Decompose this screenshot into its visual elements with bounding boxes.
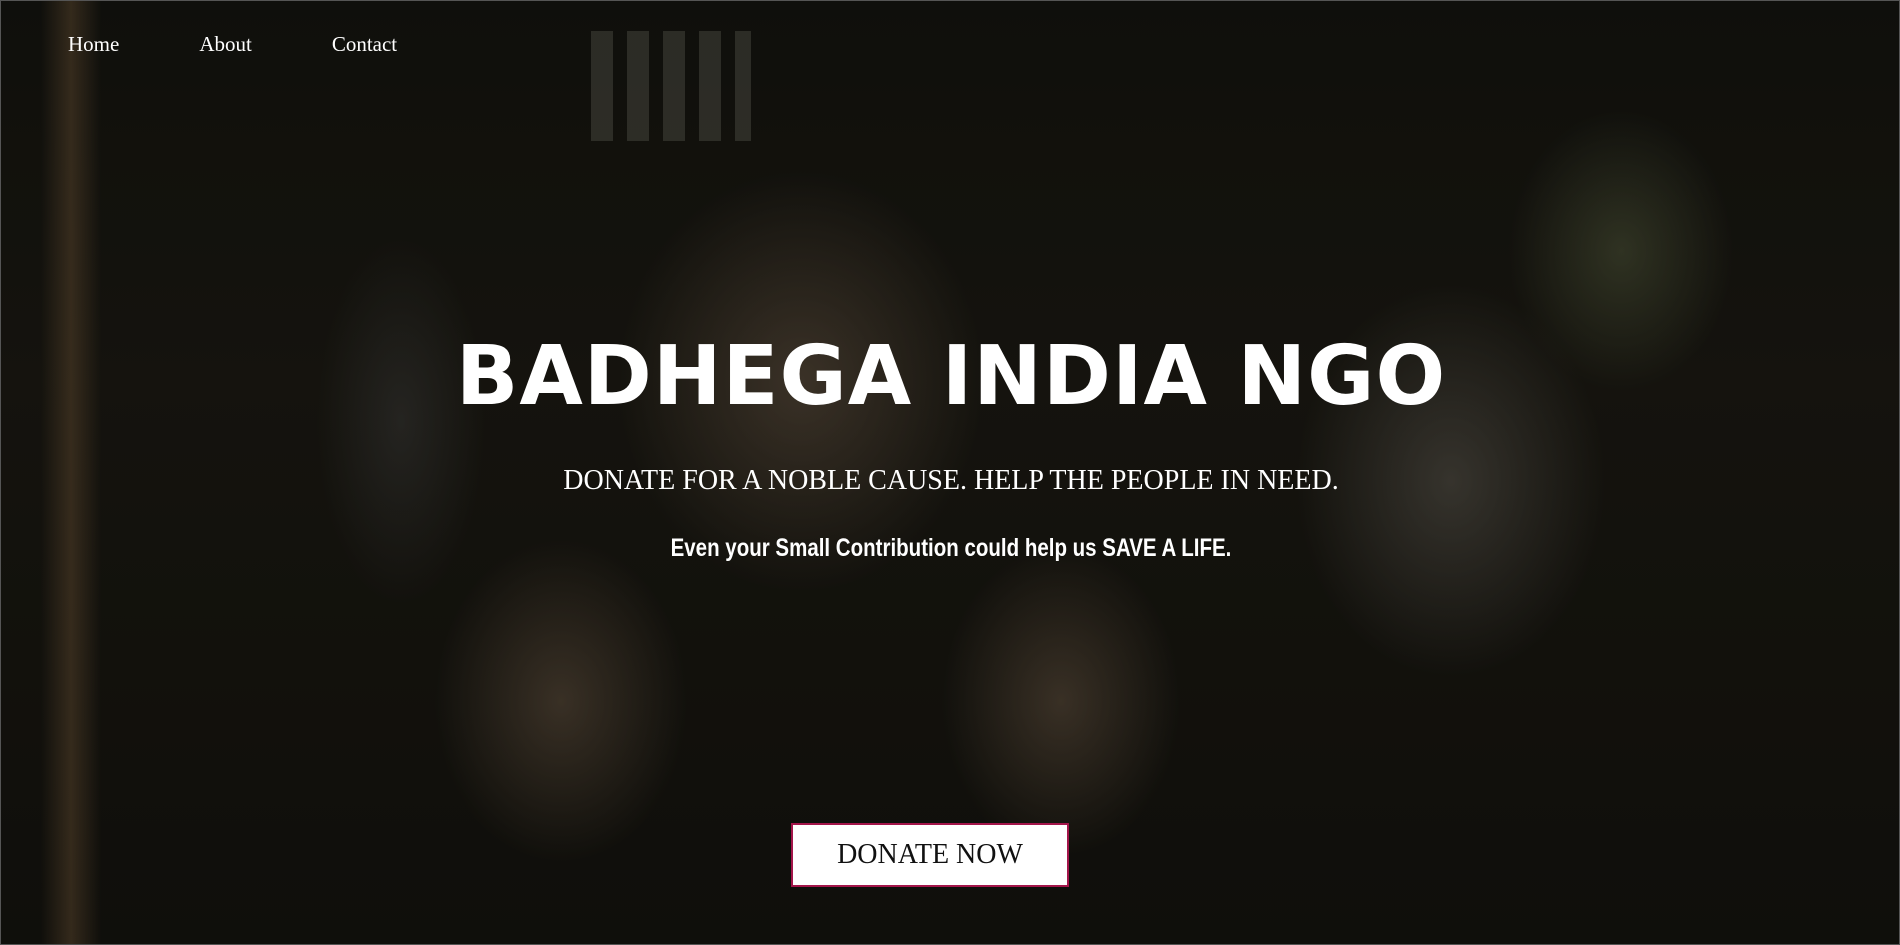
hero-title: BADHEGA INDIA NGO [455,329,1447,424]
top-nav: Home About Contact [68,31,477,57]
hero-tagline: DONATE FOR A NOBLE CAUSE. HELP THE PEOPL… [563,465,1339,496]
landing-page: Home About Contact BADHEGA INDIA NGO DON… [0,0,1900,945]
nav-link-contact[interactable]: Contact [332,31,397,57]
hero-subtitle: Even your Small Contribution could help … [670,534,1232,562]
donate-now-button[interactable]: DONATE NOW [791,823,1069,887]
nav-link-home[interactable]: Home [68,31,119,57]
nav-link-about[interactable]: About [199,31,252,57]
